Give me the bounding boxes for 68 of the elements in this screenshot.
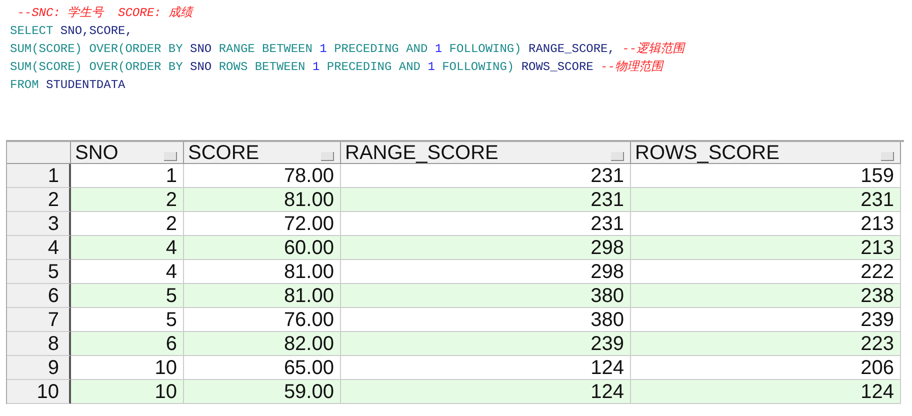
column-header[interactable]: RANGE_SCORE xyxy=(341,142,631,164)
table-cell: 298 xyxy=(341,260,631,284)
table-cell: 159 xyxy=(631,164,901,188)
row-number[interactable]: 10 xyxy=(7,380,71,404)
corner-cell xyxy=(7,142,71,164)
table-cell: 81.00 xyxy=(184,284,341,308)
table-cell: 10 xyxy=(71,380,184,404)
row-number[interactable]: 7 xyxy=(7,308,71,332)
column-header-text: RANGE_SCORE xyxy=(345,142,498,164)
table-cell: 10 xyxy=(71,356,184,380)
row-number[interactable]: 4 xyxy=(7,236,71,260)
row-number[interactable]: 3 xyxy=(7,212,71,236)
table-cell: 2 xyxy=(71,212,184,236)
table-cell: 82.00 xyxy=(184,332,341,356)
table-cell: 1 xyxy=(71,164,184,188)
table-cell: 239 xyxy=(631,308,901,332)
table-cell: 6 xyxy=(71,332,184,356)
row-number[interactable]: 5 xyxy=(7,260,71,284)
column-header-text: SNO xyxy=(75,142,118,164)
column-header[interactable]: SNO xyxy=(71,142,184,164)
table-cell: 380 xyxy=(341,284,631,308)
table-cell: 60.00 xyxy=(184,236,341,260)
table-cell: 213 xyxy=(631,236,901,260)
sort-icon[interactable] xyxy=(164,152,177,161)
row-number[interactable]: 1 xyxy=(7,164,71,188)
code-line: --SNC: 学生号 SCORE: 成绩 xyxy=(16,5,192,22)
column-header-text: ROWS_SCORE xyxy=(635,142,780,164)
table-cell: 124 xyxy=(341,380,631,404)
table-cell: 222 xyxy=(631,260,901,284)
sort-icon[interactable] xyxy=(611,152,624,161)
table-cell: 231 xyxy=(341,164,631,188)
table-cell: 213 xyxy=(631,212,901,236)
table-cell: 380 xyxy=(341,308,631,332)
table-cell: 239 xyxy=(341,332,631,356)
column-header[interactable]: SCORE xyxy=(184,142,341,164)
table-cell: 124 xyxy=(341,356,631,380)
sort-icon[interactable] xyxy=(881,152,894,161)
table-cell: 231 xyxy=(341,188,631,212)
table-cell: 81.00 xyxy=(184,260,341,284)
table-cell: 238 xyxy=(631,284,901,308)
column-header[interactable]: ROWS_SCORE xyxy=(631,142,901,164)
table-cell: 5 xyxy=(71,308,184,332)
column-header-text: SCORE xyxy=(188,142,260,164)
table-cell: 124 xyxy=(631,380,901,404)
code-line: SUM(SCORE) OVER(ORDER BY SNO ROWS BETWEEN 1 PRECEDING AND 1 FOLLOWING) ROWS_SCORE --物理范围 xyxy=(10,59,663,76)
table-cell: 2 xyxy=(71,188,184,212)
table-cell: 4 xyxy=(71,260,184,284)
row-number[interactable]: 6 xyxy=(7,284,71,308)
table-cell: 72.00 xyxy=(184,212,341,236)
table-cell: 81.00 xyxy=(184,188,341,212)
row-number[interactable]: 2 xyxy=(7,188,71,212)
row-number[interactable]: 9 xyxy=(7,356,71,380)
table-cell: 76.00 xyxy=(184,308,341,332)
code-line: FROM STUDENTDATA xyxy=(10,77,126,94)
table-cell: 223 xyxy=(631,332,901,356)
table-cell: 231 xyxy=(341,212,631,236)
code-line: SUM(SCORE) OVER(ORDER BY SNO RANGE BETWEEN 1 PRECEDING AND 1 FOLLOWING) RANGE_SCORE, --逻辑范围 xyxy=(10,41,685,58)
table-cell: 5 xyxy=(71,284,184,308)
table-cell: 65.00 xyxy=(184,356,341,380)
table-cell: 231 xyxy=(631,188,901,212)
code-line: SELECT SNO,SCORE, xyxy=(10,23,132,40)
table-cell: 4 xyxy=(71,236,184,260)
row-number[interactable]: 8 xyxy=(7,332,71,356)
table-cell: 206 xyxy=(631,356,901,380)
table-cell: 59.00 xyxy=(184,380,341,404)
table-cell: 78.00 xyxy=(184,164,341,188)
sort-icon[interactable] xyxy=(321,152,334,161)
table-cell: 298 xyxy=(341,236,631,260)
